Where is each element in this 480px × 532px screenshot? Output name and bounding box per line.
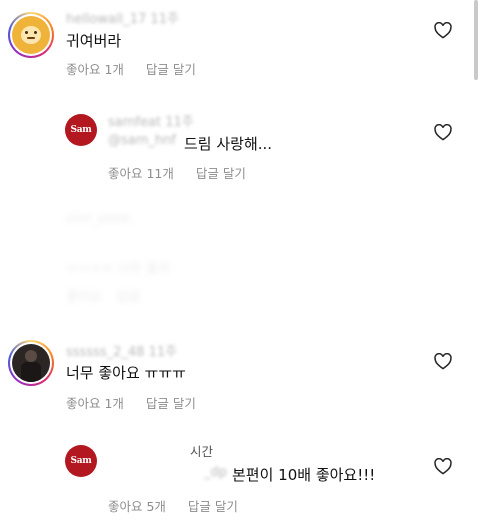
username[interactable]: hellowall_17 <box>66 12 146 27</box>
reply-button[interactable]: 답글 달기 <box>196 163 246 182</box>
like-button[interactable] <box>434 22 452 39</box>
heart-outline-icon <box>434 124 452 141</box>
like-button[interactable] <box>434 124 452 141</box>
avatar-ring <box>8 12 54 58</box>
comment-text: 너무 좋아요 ㅠㅠㅠ <box>66 364 186 382</box>
comment-text: 귀여버라 <box>66 32 122 50</box>
username[interactable]: ssssss_2_48 <box>66 345 144 360</box>
like-count[interactable]: 좋아요 1개 <box>66 59 124 78</box>
username[interactable]: rrrrr_ohhh <box>66 212 131 227</box>
timestamp: 시간 <box>190 444 214 459</box>
username[interactable]: samfeat <box>108 115 161 130</box>
heart-outline-icon <box>434 458 452 475</box>
avatar[interactable] <box>12 344 50 382</box>
mention-link[interactable]: _dp <box>204 465 227 480</box>
username-row: hellowall_17 11주 <box>66 8 179 27</box>
username-row: samfeat 11주 <box>108 111 194 130</box>
reply-button[interactable]: 답글 달기 <box>146 393 196 412</box>
comment-text: 본편이 10배 좋아요!!! <box>232 466 376 484</box>
avatar[interactable]: Sam <box>65 114 97 146</box>
comment-text: ㅠㅠㅠㅠ 너무 좋아 <box>66 262 170 277</box>
timestamp: 11주 <box>148 345 178 360</box>
like-count[interactable]: 좋아요 1개 <box>66 393 124 412</box>
timestamp: 11주 <box>150 12 179 27</box>
comment-meta: 좋아요 1개 답글 달기 <box>66 393 196 412</box>
username-row: ssssss_2_48 11주 <box>66 341 177 360</box>
comment-meta: 좋아요 1개 답글 달기 <box>66 59 196 78</box>
like-count[interactable]: 좋아요 <box>66 290 102 305</box>
heart-outline-icon <box>434 353 452 370</box>
comment-meta: 좋아요 답글 <box>66 286 140 305</box>
reply-button[interactable]: 답글 <box>116 290 140 305</box>
comment-meta: 좋아요 11개 답글 달기 <box>108 163 246 182</box>
avatar[interactable] <box>12 16 50 54</box>
heart-outline-icon <box>434 22 452 39</box>
avatar-ring <box>8 340 54 386</box>
timestamp: 11주 <box>165 115 194 130</box>
reply-button[interactable]: 답글 달기 <box>188 496 238 515</box>
avatar[interactable]: Sam <box>65 445 97 477</box>
reply-button[interactable]: 답글 달기 <box>146 59 196 78</box>
mention-link[interactable]: @sam_hnf <box>108 133 176 148</box>
comment-meta: 좋아요 5개 답글 달기 <box>108 496 238 515</box>
like-button[interactable] <box>434 458 452 475</box>
like-count[interactable]: 좋아요 5개 <box>108 496 166 515</box>
comment-text: 드림 사랑해... <box>184 135 273 153</box>
like-count[interactable]: 좋아요 11개 <box>108 163 174 182</box>
scrollbar[interactable] <box>474 0 478 80</box>
like-button[interactable] <box>434 353 452 370</box>
